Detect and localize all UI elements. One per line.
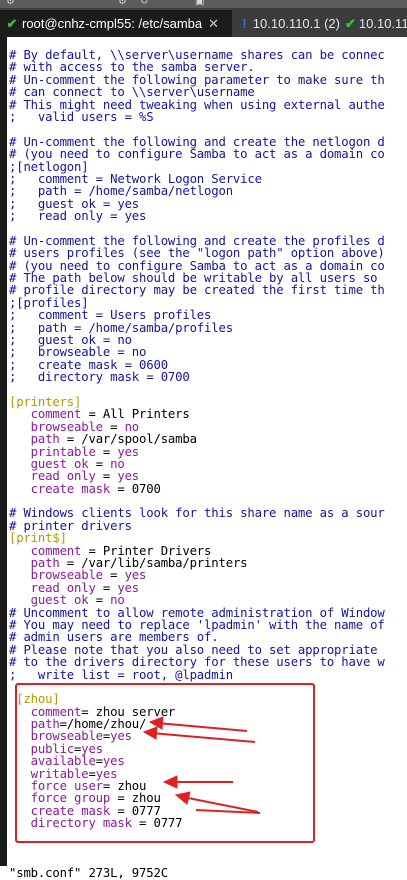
line-segment: "smb.conf" 273L, 9752C xyxy=(9,865,168,880)
arrow-force-user-head xyxy=(162,775,178,789)
annotation-arrows xyxy=(142,716,261,814)
arrow-force-group xyxy=(182,796,259,813)
editor-line: "smb.conf" 273L, 9752C xyxy=(9,867,385,879)
arrow-browseable-head xyxy=(142,726,158,740)
arrow-path xyxy=(156,722,248,732)
arrow-force-group-head xyxy=(174,791,191,805)
arrow-browseable xyxy=(150,732,256,743)
